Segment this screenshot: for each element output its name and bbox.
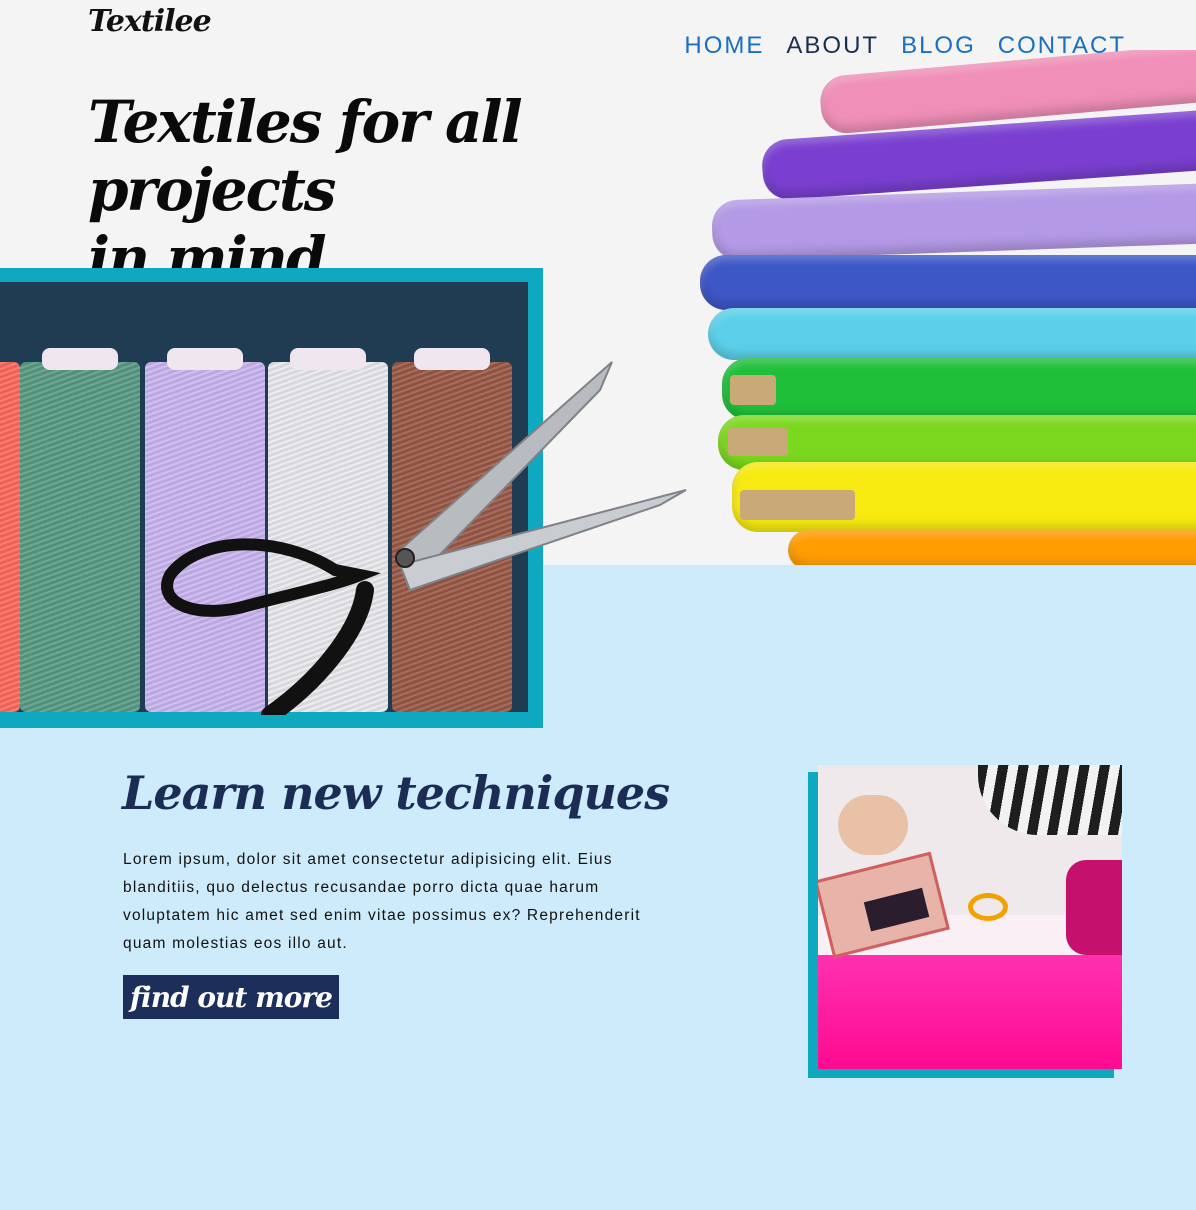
fabric-roll-core (740, 490, 855, 520)
thread-spool (0, 362, 20, 712)
magenta-cloth (1066, 860, 1122, 955)
scissors-icon (968, 893, 1008, 921)
hero-headline-line1: Textiles for all projects (88, 88, 523, 224)
hero-headline: Textiles for all projects in mind (88, 88, 708, 292)
scissors-icon (161, 361, 687, 715)
fabric-roll-core (728, 428, 788, 456)
fabric-roll (700, 255, 1196, 310)
sewing-kit-photo (818, 765, 1122, 1069)
striped-sleeve (978, 765, 1122, 835)
pink-fabric (818, 940, 1122, 1069)
fabric-roll (708, 308, 1196, 360)
fabric-roll (788, 530, 1196, 565)
fabric-roll-core (730, 375, 776, 405)
learn-title: Learn new techniques (122, 766, 670, 820)
hand (838, 795, 908, 855)
learn-description: Lorem ipsum, dolor sit amet consectetur … (123, 851, 641, 952)
find-out-more-button[interactable]: find out more (123, 975, 339, 1019)
fabric-roll (722, 358, 1196, 420)
site-logo[interactable]: Textilee (88, 4, 212, 39)
fabric-stack-image (690, 50, 1196, 565)
thread-spool (20, 348, 140, 712)
